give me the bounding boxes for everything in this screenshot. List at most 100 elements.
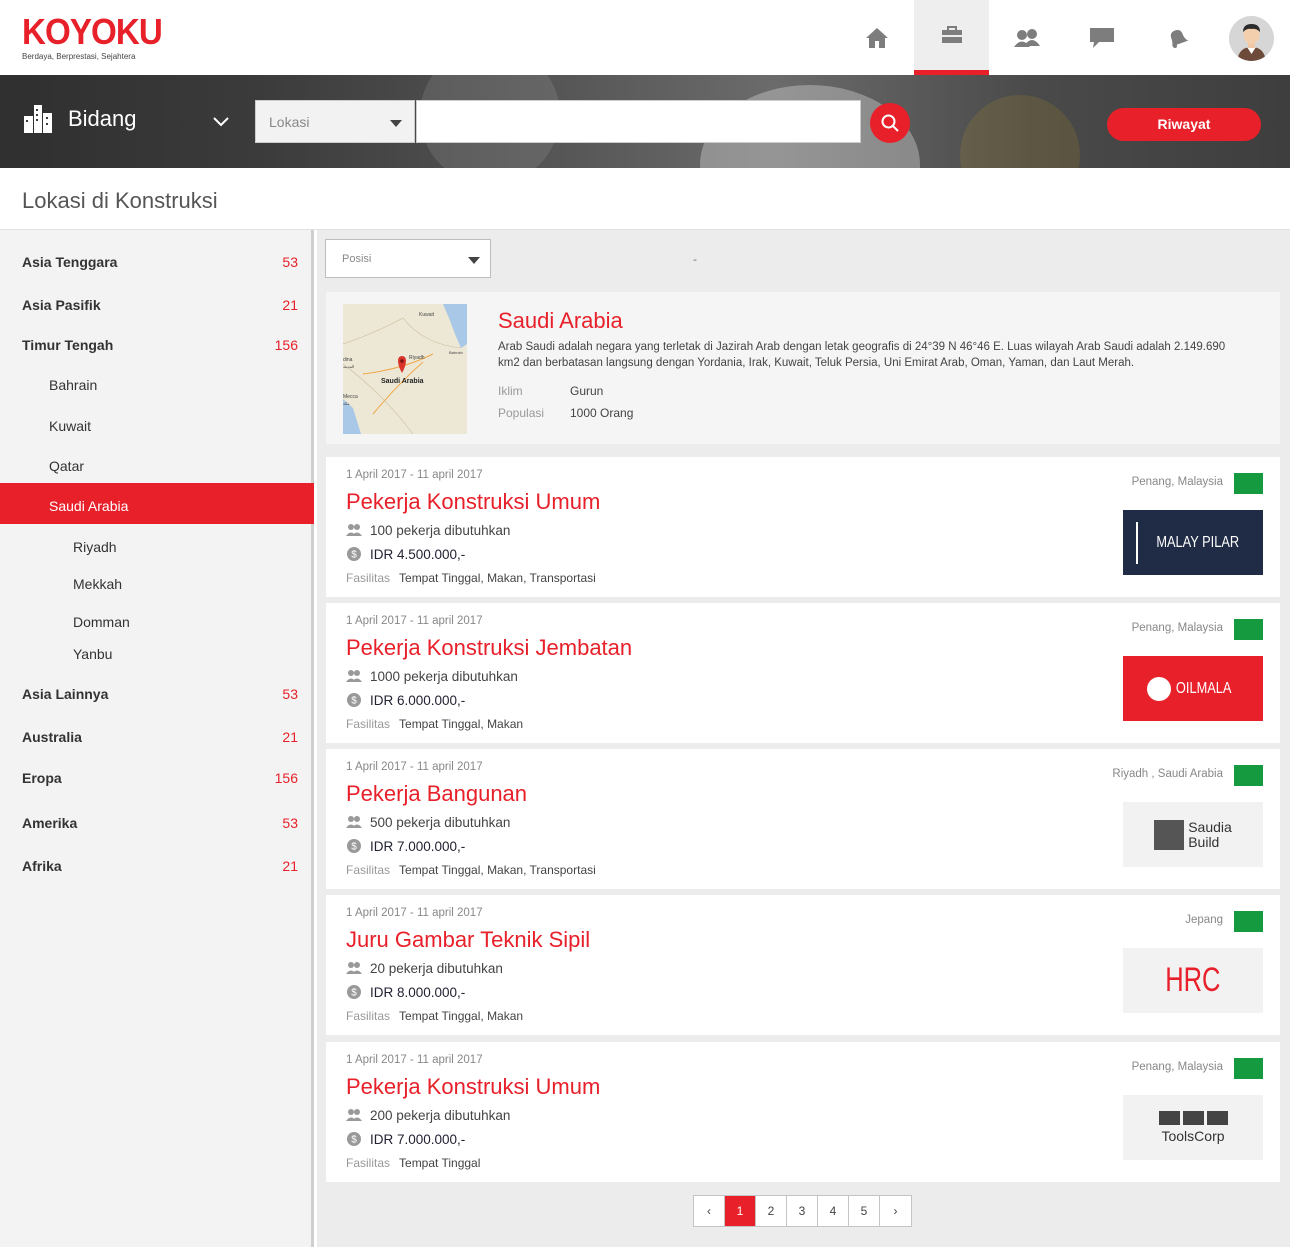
sidebar-item-label: Saudi Arabia (49, 498, 129, 514)
sidebar-item-australia[interactable]: Australia 21 (0, 717, 314, 757)
job-title[interactable]: Pekerja Konstruksi Umum (346, 1074, 600, 1100)
sidebar-item-timur-tengah[interactable]: Timur Tengah 156 (0, 325, 314, 365)
facilities-label: Fasilitas (346, 863, 391, 877)
people-icon (346, 1109, 362, 1121)
search-button[interactable] (870, 103, 910, 143)
sidebar-item-riyadh[interactable]: Riyadh (0, 527, 314, 567)
job-date: 1 April 2017 - 11 april 2017 (346, 761, 483, 773)
sidebar-item-label: Eropa (22, 770, 62, 786)
sidebar-item-mekkah[interactable]: Mekkah (0, 564, 314, 604)
workers-text: 1000 pekerja dibutuhkan (370, 668, 518, 684)
map-image: Kuwait Riyadh Bahrain Saudi Arabia dina … (343, 304, 467, 434)
svg-text:$: $ (351, 550, 357, 561)
avatar-icon (1229, 16, 1274, 61)
nav-people[interactable] (989, 0, 1064, 75)
top-header: KOYOKU Berdaya, Berprestasi, Sejahtera (0, 0, 1290, 75)
user-avatar[interactable] (1229, 16, 1274, 61)
job-card[interactable]: 1 April 2017 - 11 april 2017 Pekerja Ban… (326, 749, 1280, 889)
country-map[interactable]: Kuwait Riyadh Bahrain Saudi Arabia dina … (343, 304, 467, 434)
sidebar-item-label: Timur Tengah (22, 337, 114, 353)
job-workers: 200 pekerja dibutuhkan (346, 1107, 510, 1123)
map-label-bahrain: Bahrain (449, 350, 463, 355)
nav-messages[interactable] (1064, 0, 1139, 75)
sidebar-item-qatar[interactable]: Qatar (0, 446, 314, 486)
country-flag-icon (1234, 619, 1263, 640)
position-filter[interactable]: Posisi (325, 239, 491, 278)
sidebar-item-label: Asia Tenggara (22, 254, 118, 270)
job-card[interactable]: 1 April 2017 - 11 april 2017 Pekerja Kon… (326, 1042, 1280, 1182)
salary-text: IDR 7.000.000,- (370, 1131, 466, 1147)
page-button-3[interactable]: 3 (787, 1196, 818, 1226)
job-card[interactable]: 1 April 2017 - 11 april 2017 Pekerja Kon… (326, 603, 1280, 743)
page-button-2[interactable]: 2 (756, 1196, 787, 1226)
job-card[interactable]: 1 April 2017 - 11 april 2017 Pekerja Kon… (326, 457, 1280, 597)
nav-jobs[interactable] (914, 0, 989, 75)
sidebar-item-asia-tenggara[interactable]: Asia Tenggara 53 (0, 242, 314, 282)
job-facilities: Fasilitas Tempat Tinggal, Makan (346, 717, 523, 731)
salary-text: IDR 7.000.000,- (370, 838, 466, 854)
company-logo: OILMALA (1123, 656, 1263, 721)
svg-text:$: $ (351, 696, 357, 707)
company-name: ToolsCorp (1161, 1128, 1225, 1144)
map-label-kuwait: Kuwait (419, 312, 435, 318)
sidebar-item-amerika[interactable]: Amerika 53 (0, 803, 314, 843)
brand-name-part2: KU (115, 11, 163, 52)
climate-value: Gurun (570, 384, 604, 398)
country-flag-icon (1234, 473, 1263, 494)
sidebar-item-asia-pasifik[interactable]: Asia Pasifik 21 (0, 285, 314, 325)
dollar-icon: $ (347, 1132, 361, 1146)
prev-page-button[interactable]: ‹ (694, 1196, 725, 1226)
sidebar-item-bahrain[interactable]: Bahrain (0, 365, 314, 405)
job-salary: $ IDR 8.000.000,- (346, 984, 465, 1000)
sidebar-item-label: Domman (73, 614, 130, 630)
search-input[interactable] (416, 100, 861, 143)
page-button-4[interactable]: 4 (818, 1196, 849, 1226)
sidebar-item-label: Kuwait (49, 418, 92, 434)
page-button-5[interactable]: 5 (849, 1196, 880, 1226)
sidebar-item-count: 156 (274, 337, 298, 353)
job-facilities: Fasilitas Tempat Tinggal, Makan, Transpor… (346, 571, 596, 585)
job-salary: $ IDR 7.000.000,- (346, 838, 465, 854)
brand-tagline: Berdaya, Berprestasi, Sejahtera (22, 52, 136, 61)
brand-name-part1: KOYO (22, 11, 117, 52)
sidebar-item-label: Bahrain (49, 377, 98, 393)
page-button-1[interactable]: 1 (725, 1196, 756, 1226)
sidebar-item-kuwait[interactable]: Kuwait (0, 406, 314, 446)
job-title[interactable]: Pekerja Bangunan (346, 781, 527, 807)
map-label-saudi-arabia: Saudi Arabia (381, 378, 424, 385)
people-icon (346, 524, 362, 536)
job-location: Jepang (1185, 914, 1223, 926)
job-title[interactable]: Pekerja Konstruksi Umum (346, 489, 600, 515)
job-title[interactable]: Pekerja Konstruksi Jembatan (346, 635, 632, 661)
brand-logo[interactable]: KOYOKU Berdaya, Berprestasi, Sejahtera (22, 11, 174, 62)
chevron-down-icon[interactable] (212, 116, 230, 128)
facilities-value: Tempat Tinggal, Makan (399, 1009, 524, 1023)
sidebar-item-saudi-arabia[interactable]: Saudi Arabia (0, 483, 314, 524)
briefcase-icon (941, 26, 962, 43)
workers-text: 200 pekerja dibutuhkan (370, 1107, 511, 1123)
facilities-label: Fasilitas (346, 1009, 391, 1023)
country-flag-icon (1234, 765, 1263, 786)
job-card[interactable]: 1 April 2017 - 11 april 2017 Juru Gambar… (326, 895, 1280, 1035)
sidebar-item-count: 21 (282, 297, 298, 313)
sidebar-item-eropa[interactable]: Eropa 156 (0, 758, 314, 798)
nav-notifications[interactable] (1139, 0, 1214, 75)
job-title[interactable]: Juru Gambar Teknik Sipil (346, 927, 590, 953)
dollar-icon: $ (347, 839, 361, 853)
location-select[interactable]: Lokasi (255, 100, 415, 143)
position-filter-label: Posisi (342, 253, 372, 265)
svg-text:$: $ (351, 988, 357, 999)
sidebar-item-count: 53 (282, 254, 298, 270)
sidebar-item-afrika[interactable]: Afrika 21 (0, 846, 314, 886)
sidebar-item-yanbu[interactable]: Yanbu (0, 634, 314, 674)
company-name-line1: Saudia (1188, 818, 1232, 835)
next-page-button[interactable]: › (880, 1196, 911, 1226)
sidebar-item-label: Qatar (49, 458, 85, 474)
sidebar-item-asia-lainnya[interactable]: Asia Lainnya 53 (0, 674, 314, 714)
job-date: 1 April 2017 - 11 april 2017 (346, 907, 483, 919)
svg-text:$: $ (351, 842, 357, 853)
category-selector[interactable]: Bidang (22, 104, 137, 134)
history-button[interactable]: Riwayat (1107, 108, 1261, 141)
nav-home[interactable] (839, 0, 914, 75)
company-logo: MALAY PILAR (1123, 510, 1263, 575)
